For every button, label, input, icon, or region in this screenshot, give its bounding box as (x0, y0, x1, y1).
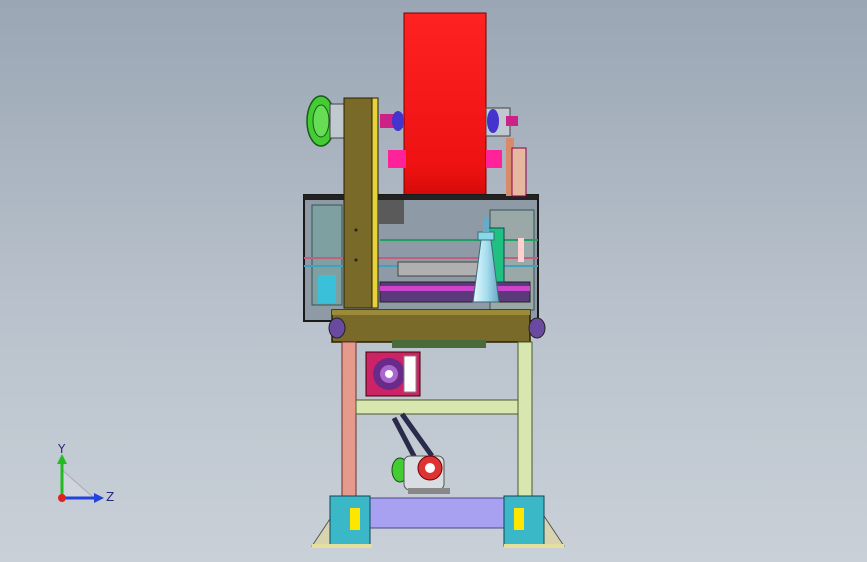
upper-frame-housing[interactable] (303, 194, 539, 322)
bed-plate[interactable] (328, 309, 546, 348)
machine-base[interactable] (311, 495, 565, 548)
y-axis-label: Y (58, 442, 66, 456)
z-axis-label: Z (106, 490, 115, 504)
cad-viewport[interactable]: Y Z (0, 0, 867, 562)
press-machine-model[interactable] (0, 0, 867, 562)
motor[interactable] (391, 455, 450, 494)
belt-drive[interactable] (391, 412, 435, 460)
gearbox[interactable] (365, 351, 421, 397)
coordinate-triad: Y Z (48, 440, 128, 510)
